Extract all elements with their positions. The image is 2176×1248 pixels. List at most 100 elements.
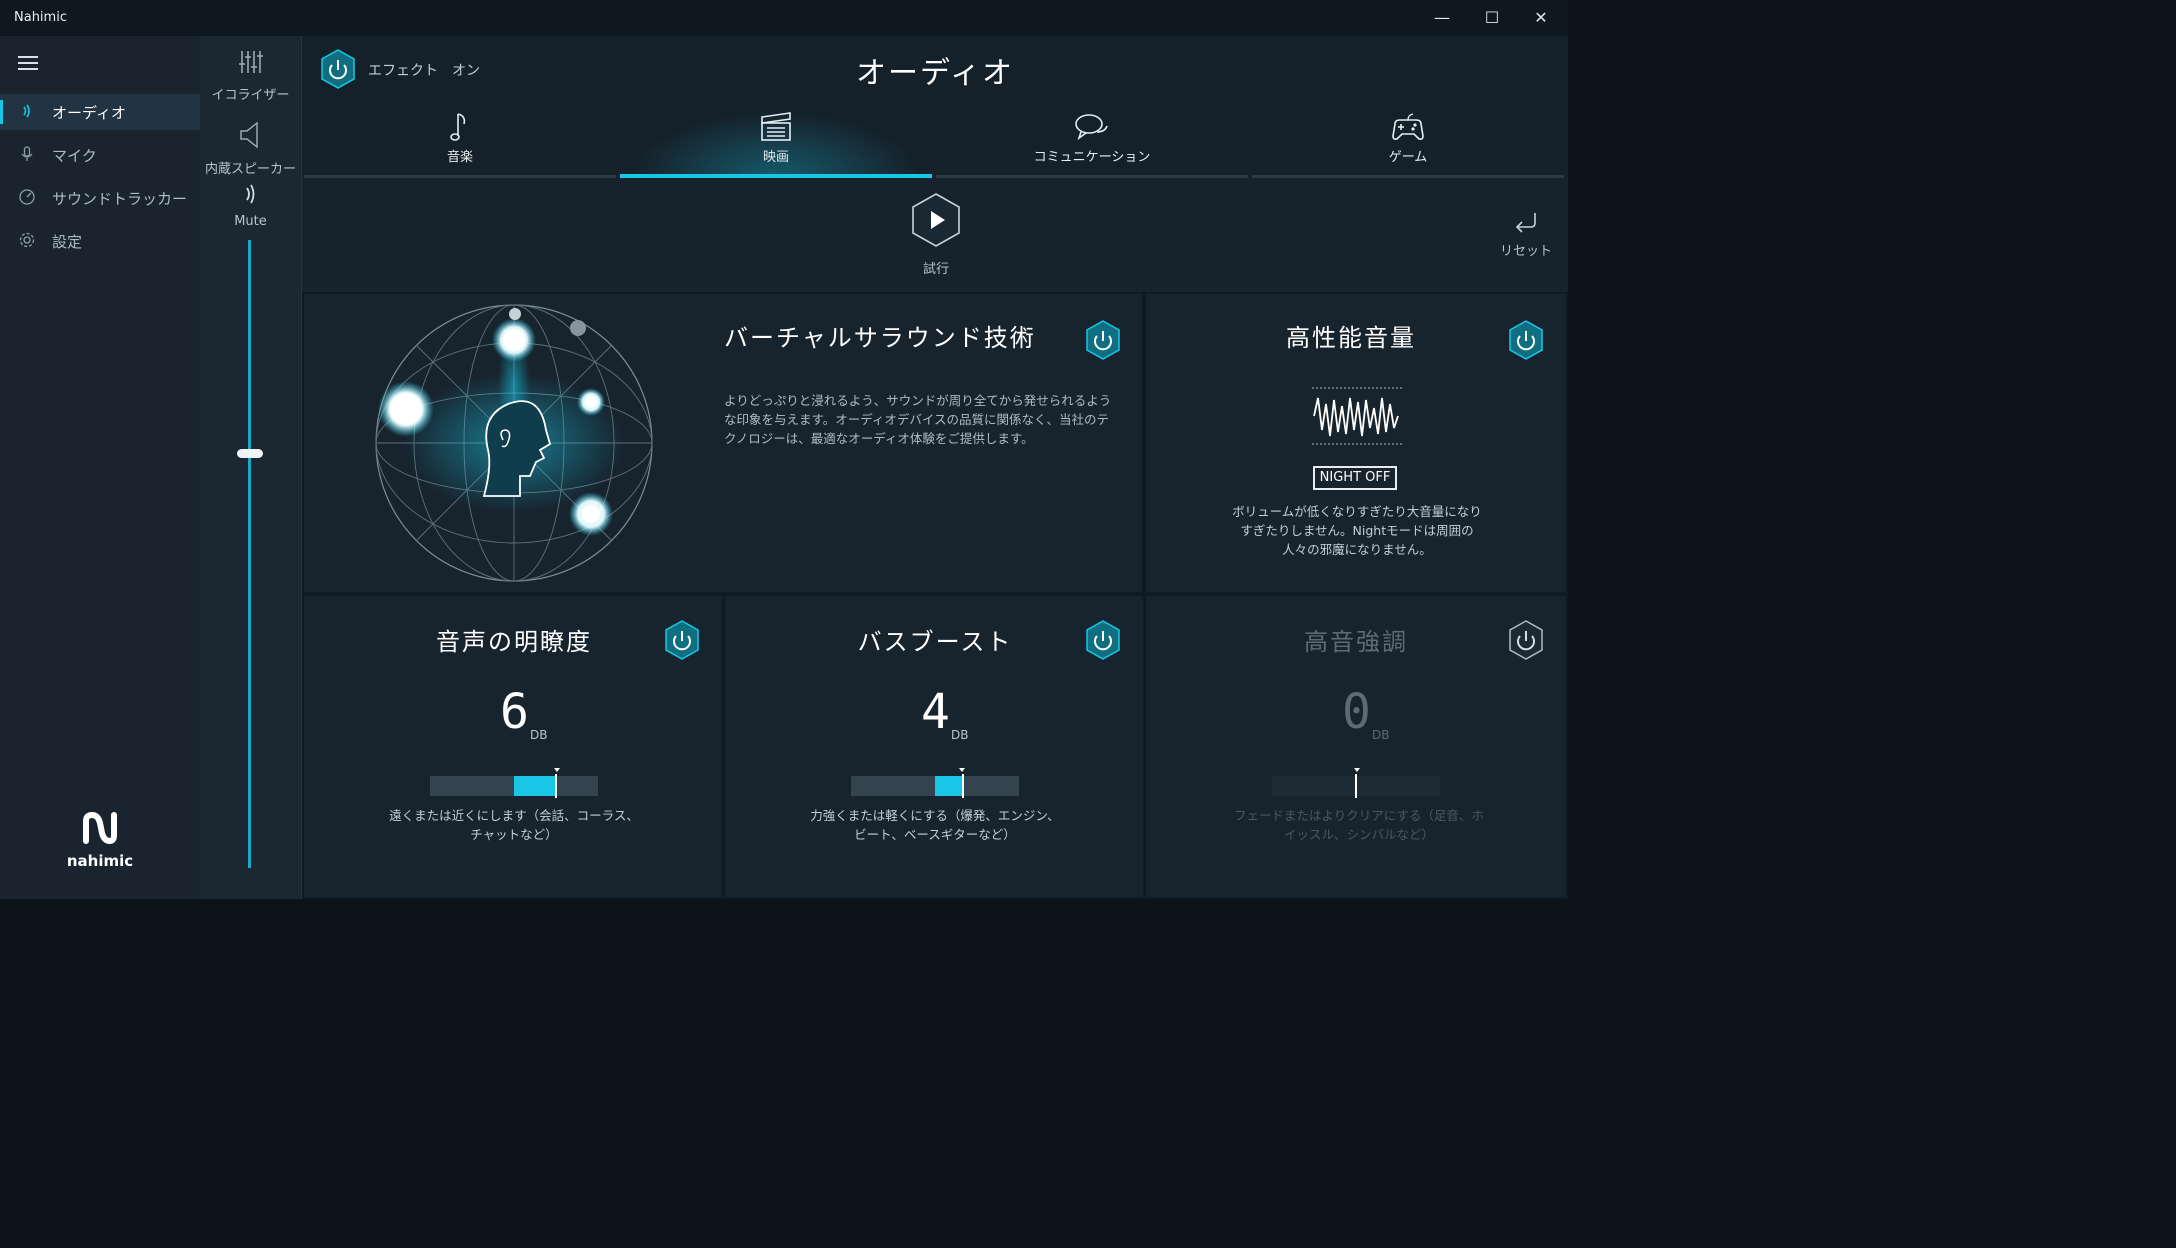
tab-label: 音楽 [446, 150, 473, 165]
bass-slider-marker [959, 768, 965, 772]
panel-high-performance-volume: 高性能音量 NIGHT OFF ボリュームが低くなりすぎたり大音量になりすぎたり… [1144, 292, 1568, 594]
sidebar-item-label: サウンドトラッカー [52, 190, 188, 208]
clapperboard-icon [620, 110, 932, 146]
volume-power-button[interactable] [1508, 320, 1544, 360]
tab-underline [1252, 175, 1564, 178]
nahimic-window: Nahimic — ☐ ✕ オーディオ マイク サウンドトラッカー 設定 nah… [0, 0, 1568, 899]
tab-game[interactable]: ゲーム [1252, 106, 1564, 178]
treble-power-button[interactable] [1508, 620, 1544, 660]
equalizer-button[interactable]: イコライザー [200, 48, 301, 103]
power-icon [1509, 620, 1543, 660]
voice-slider-fill [514, 776, 556, 796]
power-icon [1509, 320, 1543, 360]
voice-slider-marker [554, 768, 560, 772]
music-note-icon [304, 110, 616, 146]
tab-underline [620, 174, 932, 178]
voice-slider-center [555, 774, 557, 798]
tab-label: 映画 [762, 150, 789, 165]
mute-button[interactable]: Mute [200, 182, 301, 229]
voice-power-button[interactable] [664, 620, 700, 660]
microphone-icon [18, 145, 36, 163]
volume-description: ボリュームが低くなりすぎたり大音量になりすぎたりしません。Nightモードは周囲… [1232, 504, 1482, 557]
nahimic-logo: nahimic [60, 811, 140, 870]
sidebar: オーディオ マイク サウンドトラッカー 設定 nahimic [0, 36, 200, 899]
treble-title: 高音強調 [1304, 628, 1408, 656]
treble-slider[interactable] [1272, 774, 1440, 798]
hamburger-menu-icon[interactable] [18, 56, 38, 70]
mute-label: Mute [234, 214, 267, 229]
try-label: 試行 [922, 262, 949, 277]
volume-title: 高性能音量 [1286, 324, 1416, 352]
speaker-button[interactable]: 内蔵スピーカー [200, 120, 301, 177]
bass-power-button[interactable] [1085, 620, 1121, 660]
voice-value: 6 [500, 684, 529, 740]
logo-text: nahimic [66, 852, 134, 870]
bass-slider-fill [935, 776, 963, 796]
tab-underline [304, 175, 616, 178]
reset-button[interactable]: リセット [1496, 210, 1556, 259]
gear-icon [18, 231, 36, 249]
panel-treble-boost: 高音強調 0 DB フェードまたはよりクリアにする（足音、ホイッスル、シンバルな… [1144, 594, 1568, 899]
equalizer-label: イコライザー [211, 88, 290, 103]
treble-slider-marker [1354, 768, 1360, 772]
gamepad-icon [1252, 110, 1564, 146]
treble-description: フェードまたはよりクリアにする（足音、ホイッスル、シンバルなど） [1234, 808, 1484, 842]
try-bar: 試行 リセット [302, 180, 1568, 294]
treble-value: 0 [1342, 684, 1371, 740]
treble-slider-center [1355, 774, 1357, 798]
try-play-button[interactable] [910, 192, 962, 248]
waveform-icon [1312, 387, 1402, 445]
maximize-button[interactable]: ☐ [1468, 0, 1516, 36]
tab-music[interactable]: 音楽 [304, 106, 616, 178]
night-mode-button[interactable]: NIGHT OFF [1313, 466, 1397, 490]
voice-slider[interactable] [430, 774, 598, 798]
play-icon [912, 193, 960, 247]
sidebar-item-settings[interactable]: 設定 [0, 223, 200, 259]
sidebar-item-audio[interactable]: オーディオ [0, 94, 200, 130]
sidebar-item-sound-tracker[interactable]: サウンドトラッカー [0, 180, 200, 216]
close-button[interactable]: ✕ [1517, 0, 1565, 36]
compass-icon [18, 188, 36, 206]
panel-voice-clarity: 音声の明瞭度 6 DB 遠くまたは近くにします（会話、コーラス、チャットなど） [302, 594, 724, 899]
equalizer-icon [200, 48, 301, 82]
page-title: オーディオ [856, 56, 1014, 91]
title-bar: Nahimic — ☐ ✕ [0, 0, 1568, 36]
panel-bass-boost: バスブースト 4 DB 力強くまたは軽くにする（爆発、エンジン、ビート、ベースギ… [723, 594, 1145, 899]
bass-slider[interactable] [851, 774, 1019, 798]
voice-unit: DB [530, 728, 548, 742]
tab-movie[interactable]: 映画 [620, 106, 932, 178]
sound-wave-icon [18, 102, 36, 120]
top-bar: エフェクト オン オーディオ 音楽 映画 コミュニケーション ゲーム [302, 36, 1568, 178]
nahimic-logo-mark [60, 811, 140, 852]
surround-power-button[interactable] [1085, 320, 1121, 360]
volume-slider-track[interactable] [248, 240, 251, 868]
chat-bubbles-icon [936, 110, 1248, 146]
sidebar-item-microphone[interactable]: マイク [0, 137, 200, 173]
surround-description: よりどっぷりと浸れるよう、サウンドが周り全てから発せられるような印象を与えます。… [724, 393, 1112, 446]
volume-slider-thumb[interactable] [237, 449, 263, 459]
tab-communication[interactable]: コミュニケーション [936, 106, 1248, 178]
speaker-icon [200, 120, 301, 156]
device-column: イコライザー 内蔵スピーカー Mute [200, 36, 302, 899]
bass-slider-center [962, 774, 964, 798]
bass-unit: DB [951, 728, 969, 742]
speaker-label: 内蔵スピーカー [204, 162, 296, 177]
bass-description: 力強くまたは軽くにする（爆発、エンジン、ビート、ベースギターなど） [810, 808, 1060, 842]
sidebar-item-label: 設定 [52, 233, 83, 251]
sound-wave-icon [200, 182, 301, 212]
power-icon [1086, 320, 1120, 360]
bass-value: 4 [921, 684, 950, 740]
main-content: エフェクト オン オーディオ 音楽 映画 コミュニケーション ゲーム 試行 リセ… [302, 36, 1568, 899]
surround-title: バーチャルサラウンド技術 [724, 324, 1036, 352]
sidebar-item-label: マイク [52, 147, 97, 165]
power-icon [665, 620, 699, 660]
power-icon [1086, 620, 1120, 660]
tab-label: コミュニケーション [1033, 150, 1151, 165]
minimize-button[interactable]: — [1418, 0, 1466, 36]
window-title: Nahimic [14, 10, 67, 25]
voice-description: 遠くまたは近くにします（会話、コーラス、チャットなど） [389, 808, 639, 842]
panel-virtual-surround: バーチャルサラウンド技術 よりどっぷりと浸れるよう、サウンドが周り全てから発せら… [302, 292, 1144, 594]
reset-label: リセット [1499, 244, 1552, 259]
tab-label: ゲーム [1388, 150, 1428, 165]
surround-sphere-illustration [375, 304, 653, 582]
